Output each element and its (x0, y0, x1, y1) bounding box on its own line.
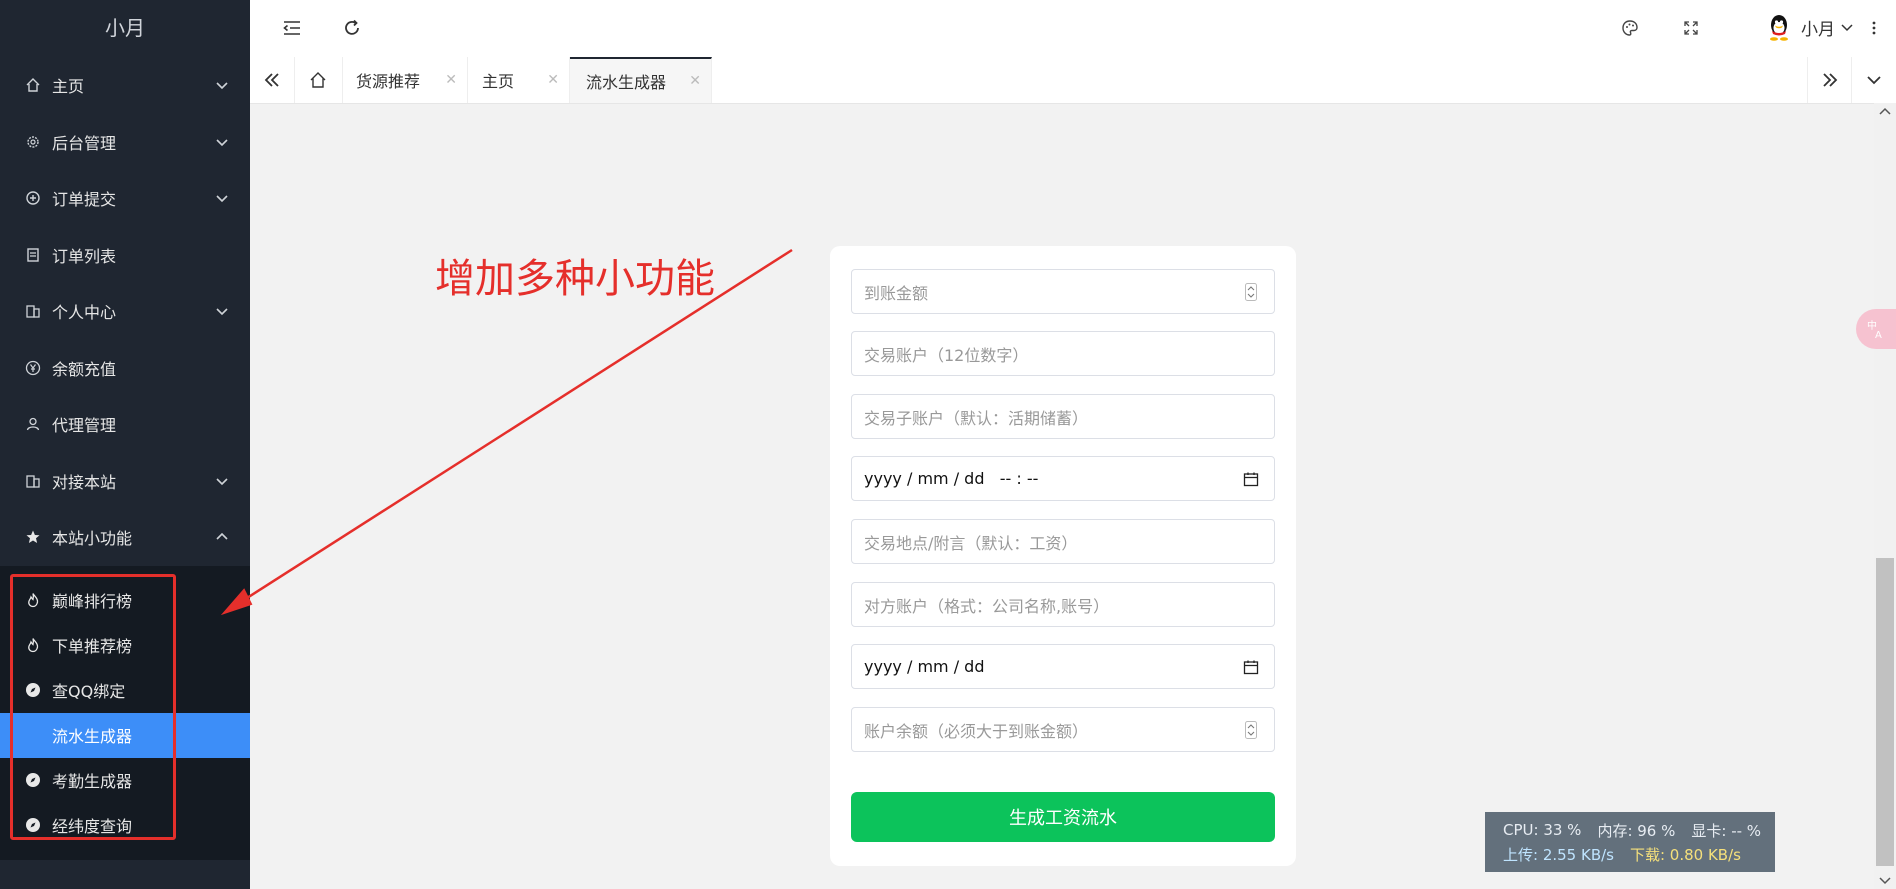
balance-placeholder: 账户余额（必须大于到账金额） (864, 721, 1089, 741)
upload-speed: 上传: 2.55 KB/s (1503, 845, 1614, 864)
svg-text:A: A (1875, 330, 1882, 340)
scroll-down-icon[interactable] (1874, 873, 1896, 887)
home-icon (24, 76, 42, 94)
system-monitor: CPU: 33 % 内存: 96 % 显卡: -- % 上传: 2.55 KB/… (1485, 812, 1775, 872)
chevron-down-icon (216, 195, 228, 203)
sidebar-item-connect[interactable]: 对接本站 (0, 453, 250, 510)
sidebar-item-agent[interactable]: 代理管理 (0, 396, 250, 453)
annotation-box (10, 574, 176, 840)
building-icon (24, 472, 42, 490)
sidebar-item-label: 订单列表 (52, 246, 117, 266)
download-speed: 下载: 0.80 KB/s (1629, 845, 1741, 864)
flow-generator-form: 到账金额 交易账户（12位数字） 交易子账户（默认：活期储蓄） yyyy / m… (830, 246, 1296, 866)
theme-palette-icon[interactable] (1618, 16, 1642, 40)
close-icon[interactable]: ✕ (689, 73, 701, 89)
calendar-icon[interactable] (1242, 658, 1260, 676)
sidebar-item-label: 余额充值 (52, 359, 117, 379)
scroll-up-icon[interactable] (1874, 105, 1896, 119)
chevron-down-icon (1841, 24, 1853, 32)
close-icon[interactable]: ✕ (547, 72, 559, 88)
user-menu[interactable]: 小月 (1765, 13, 1854, 41)
sub-account-input[interactable]: 交易子账户（默认：活期储蓄） (851, 394, 1275, 439)
sidebar-item-features[interactable]: 本站小功能 (0, 509, 250, 566)
datetime-value: yyyy / mm / dd -- : -- (864, 469, 1039, 488)
username: 小月 (1801, 19, 1835, 40)
top-header: 小月 (250, 0, 1896, 58)
sidebar-item-label: 个人中心 (52, 303, 117, 323)
user-icon (24, 415, 42, 433)
tab-supply[interactable]: 货源推荐 ✕ (342, 57, 468, 103)
date-input[interactable]: yyyy / mm / dd (851, 644, 1275, 689)
tab-bar: 货源推荐 ✕ 主页 ✕ 流水生成器 ✕ (250, 57, 1896, 104)
star-icon (24, 528, 42, 546)
chevron-down-icon (216, 82, 228, 90)
tabs-dropdown-icon[interactable] (1851, 57, 1896, 103)
number-spinner-icon[interactable] (1242, 282, 1260, 301)
building-icon (24, 302, 42, 320)
chevron-up-icon (216, 533, 228, 540)
tab-label: 主页 (482, 72, 515, 91)
fullscreen-icon[interactable] (1679, 16, 1703, 40)
avatar (1765, 13, 1793, 41)
sidebar-item-label: 本站小功能 (52, 529, 133, 549)
sub-account-placeholder: 交易子账户（默认：活期储蓄） (864, 408, 1089, 428)
tab-home[interactable]: 主页 ✕ (468, 57, 570, 103)
tab-flow-generator[interactable]: 流水生成器 ✕ (570, 57, 712, 103)
app-logo[interactable]: 小月 (0, 0, 250, 57)
scrollbar-thumb[interactable] (1876, 558, 1894, 866)
datetime-input[interactable]: yyyy / mm / dd -- : -- (851, 456, 1275, 501)
close-icon[interactable]: ✕ (445, 72, 457, 88)
sidebar-item-recharge[interactable]: 余额充值 (0, 340, 250, 397)
tabs-scroll-right-icon[interactable] (1807, 57, 1852, 103)
sidebar-item-order-submit[interactable]: 订单提交 (0, 170, 250, 227)
sidebar-item-label: 代理管理 (52, 416, 117, 436)
refresh-icon[interactable] (340, 16, 364, 40)
counterparty-input[interactable]: 对方账户（格式：公司名称,账号） (851, 582, 1275, 627)
sidebar-item-order-list[interactable]: 订单列表 (0, 227, 250, 284)
balance-input[interactable]: 账户余额（必须大于到账金额） (851, 707, 1275, 752)
number-spinner-icon[interactable] (1242, 720, 1260, 739)
more-vertical-icon[interactable] (1862, 16, 1886, 40)
account-placeholder: 交易账户（12位数字） (864, 345, 1029, 365)
vertical-scrollbar[interactable] (1874, 103, 1896, 889)
memory-usage: 内存: 96 % (1597, 821, 1676, 840)
tab-home-icon[interactable] (294, 57, 343, 103)
sidebar-item-label: 对接本站 (52, 472, 117, 492)
cpu-usage: CPU: 33 % (1503, 821, 1582, 839)
sidebar-item-label: 后台管理 (52, 133, 117, 153)
calendar-icon[interactable] (1242, 470, 1260, 488)
sidebar-item-personal[interactable]: 个人中心 (0, 283, 250, 340)
date-value: yyyy / mm / dd (864, 657, 985, 676)
gear-icon (24, 133, 42, 151)
tab-label: 货源推荐 (356, 72, 421, 91)
location-placeholder: 交易地点/附言（默认：工资） (864, 533, 1078, 553)
sidebar-item-admin[interactable]: 后台管理 (0, 114, 250, 171)
yen-icon (24, 359, 42, 377)
translate-icon[interactable]: 中A (1856, 309, 1896, 349)
location-input[interactable]: 交易地点/附言（默认：工资） (851, 519, 1275, 564)
amount-input[interactable]: 到账金额 (851, 269, 1275, 314)
sidebar-item-label: 订单提交 (52, 190, 117, 210)
annotation-label: 增加多种小功能 (435, 256, 715, 302)
account-input[interactable]: 交易账户（12位数字） (851, 331, 1275, 376)
tab-label: 流水生成器 (586, 73, 667, 92)
sidebar-item-home[interactable]: 主页 (0, 57, 250, 114)
plus-circle-icon (24, 189, 42, 207)
counterparty-placeholder: 对方账户（格式：公司名称,账号） (864, 596, 1110, 616)
amount-placeholder: 到账金额 (864, 283, 929, 303)
chevron-down-icon (216, 308, 228, 316)
sidebar-item-label: 主页 (52, 77, 85, 97)
chevron-down-icon (216, 478, 228, 485)
gpu-usage: 显卡: -- % (1691, 821, 1762, 840)
tabs-scroll-left-icon[interactable] (250, 57, 295, 103)
chevron-down-icon (216, 139, 228, 146)
generate-button[interactable]: 生成工资流水 (851, 792, 1275, 842)
document-icon (24, 246, 42, 264)
menu-collapse-icon[interactable] (280, 16, 304, 40)
